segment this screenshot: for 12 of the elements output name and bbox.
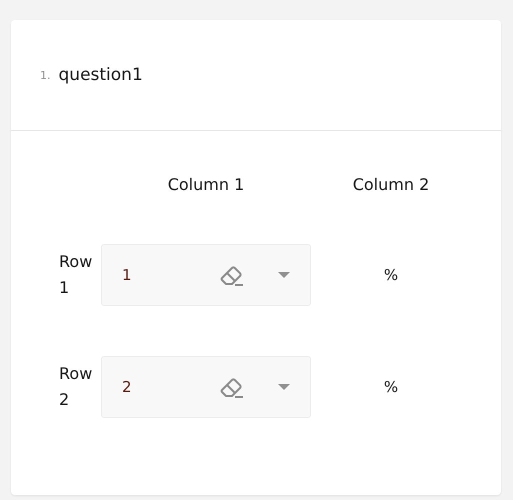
column-header: Column 1 xyxy=(166,175,246,194)
question-number: 1. xyxy=(40,68,50,82)
row-label: Row 1 xyxy=(59,251,94,299)
dropdown[interactable]: 1 xyxy=(101,244,311,306)
table-cell-text: % xyxy=(382,266,400,284)
table-cell-text: % xyxy=(382,378,400,396)
column-header: Column 2 xyxy=(352,175,430,194)
caret-icon[interactable] xyxy=(278,384,290,390)
question-title: question1 xyxy=(58,65,143,85)
row-label: Row 2 xyxy=(59,363,94,411)
dropdown[interactable]: 2 xyxy=(101,356,311,418)
caret-icon[interactable] xyxy=(278,272,290,278)
